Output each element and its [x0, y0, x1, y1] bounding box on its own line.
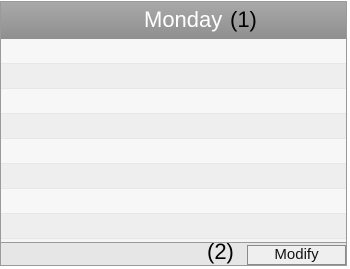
callout-2: (2) — [207, 239, 234, 264]
footer-bar: (2) Modify — [1, 239, 346, 265]
modify-button[interactable]: Modify — [247, 245, 346, 265]
list-item[interactable] — [1, 89, 346, 114]
list-item[interactable] — [1, 39, 346, 64]
list-item[interactable] — [1, 64, 346, 89]
title-bar: Monday (1) — [1, 2, 346, 39]
day-title: Monday — [144, 7, 223, 32]
callout-1: (1) — [230, 7, 257, 32]
list-item[interactable] — [1, 114, 346, 139]
list-item[interactable] — [1, 139, 346, 164]
schedule-list[interactable] — [1, 39, 346, 244]
list-item[interactable] — [1, 164, 346, 189]
schedule-panel: Monday (1) (2) Modify — [0, 1, 347, 266]
list-item[interactable] — [1, 189, 346, 214]
list-item[interactable] — [1, 214, 346, 239]
